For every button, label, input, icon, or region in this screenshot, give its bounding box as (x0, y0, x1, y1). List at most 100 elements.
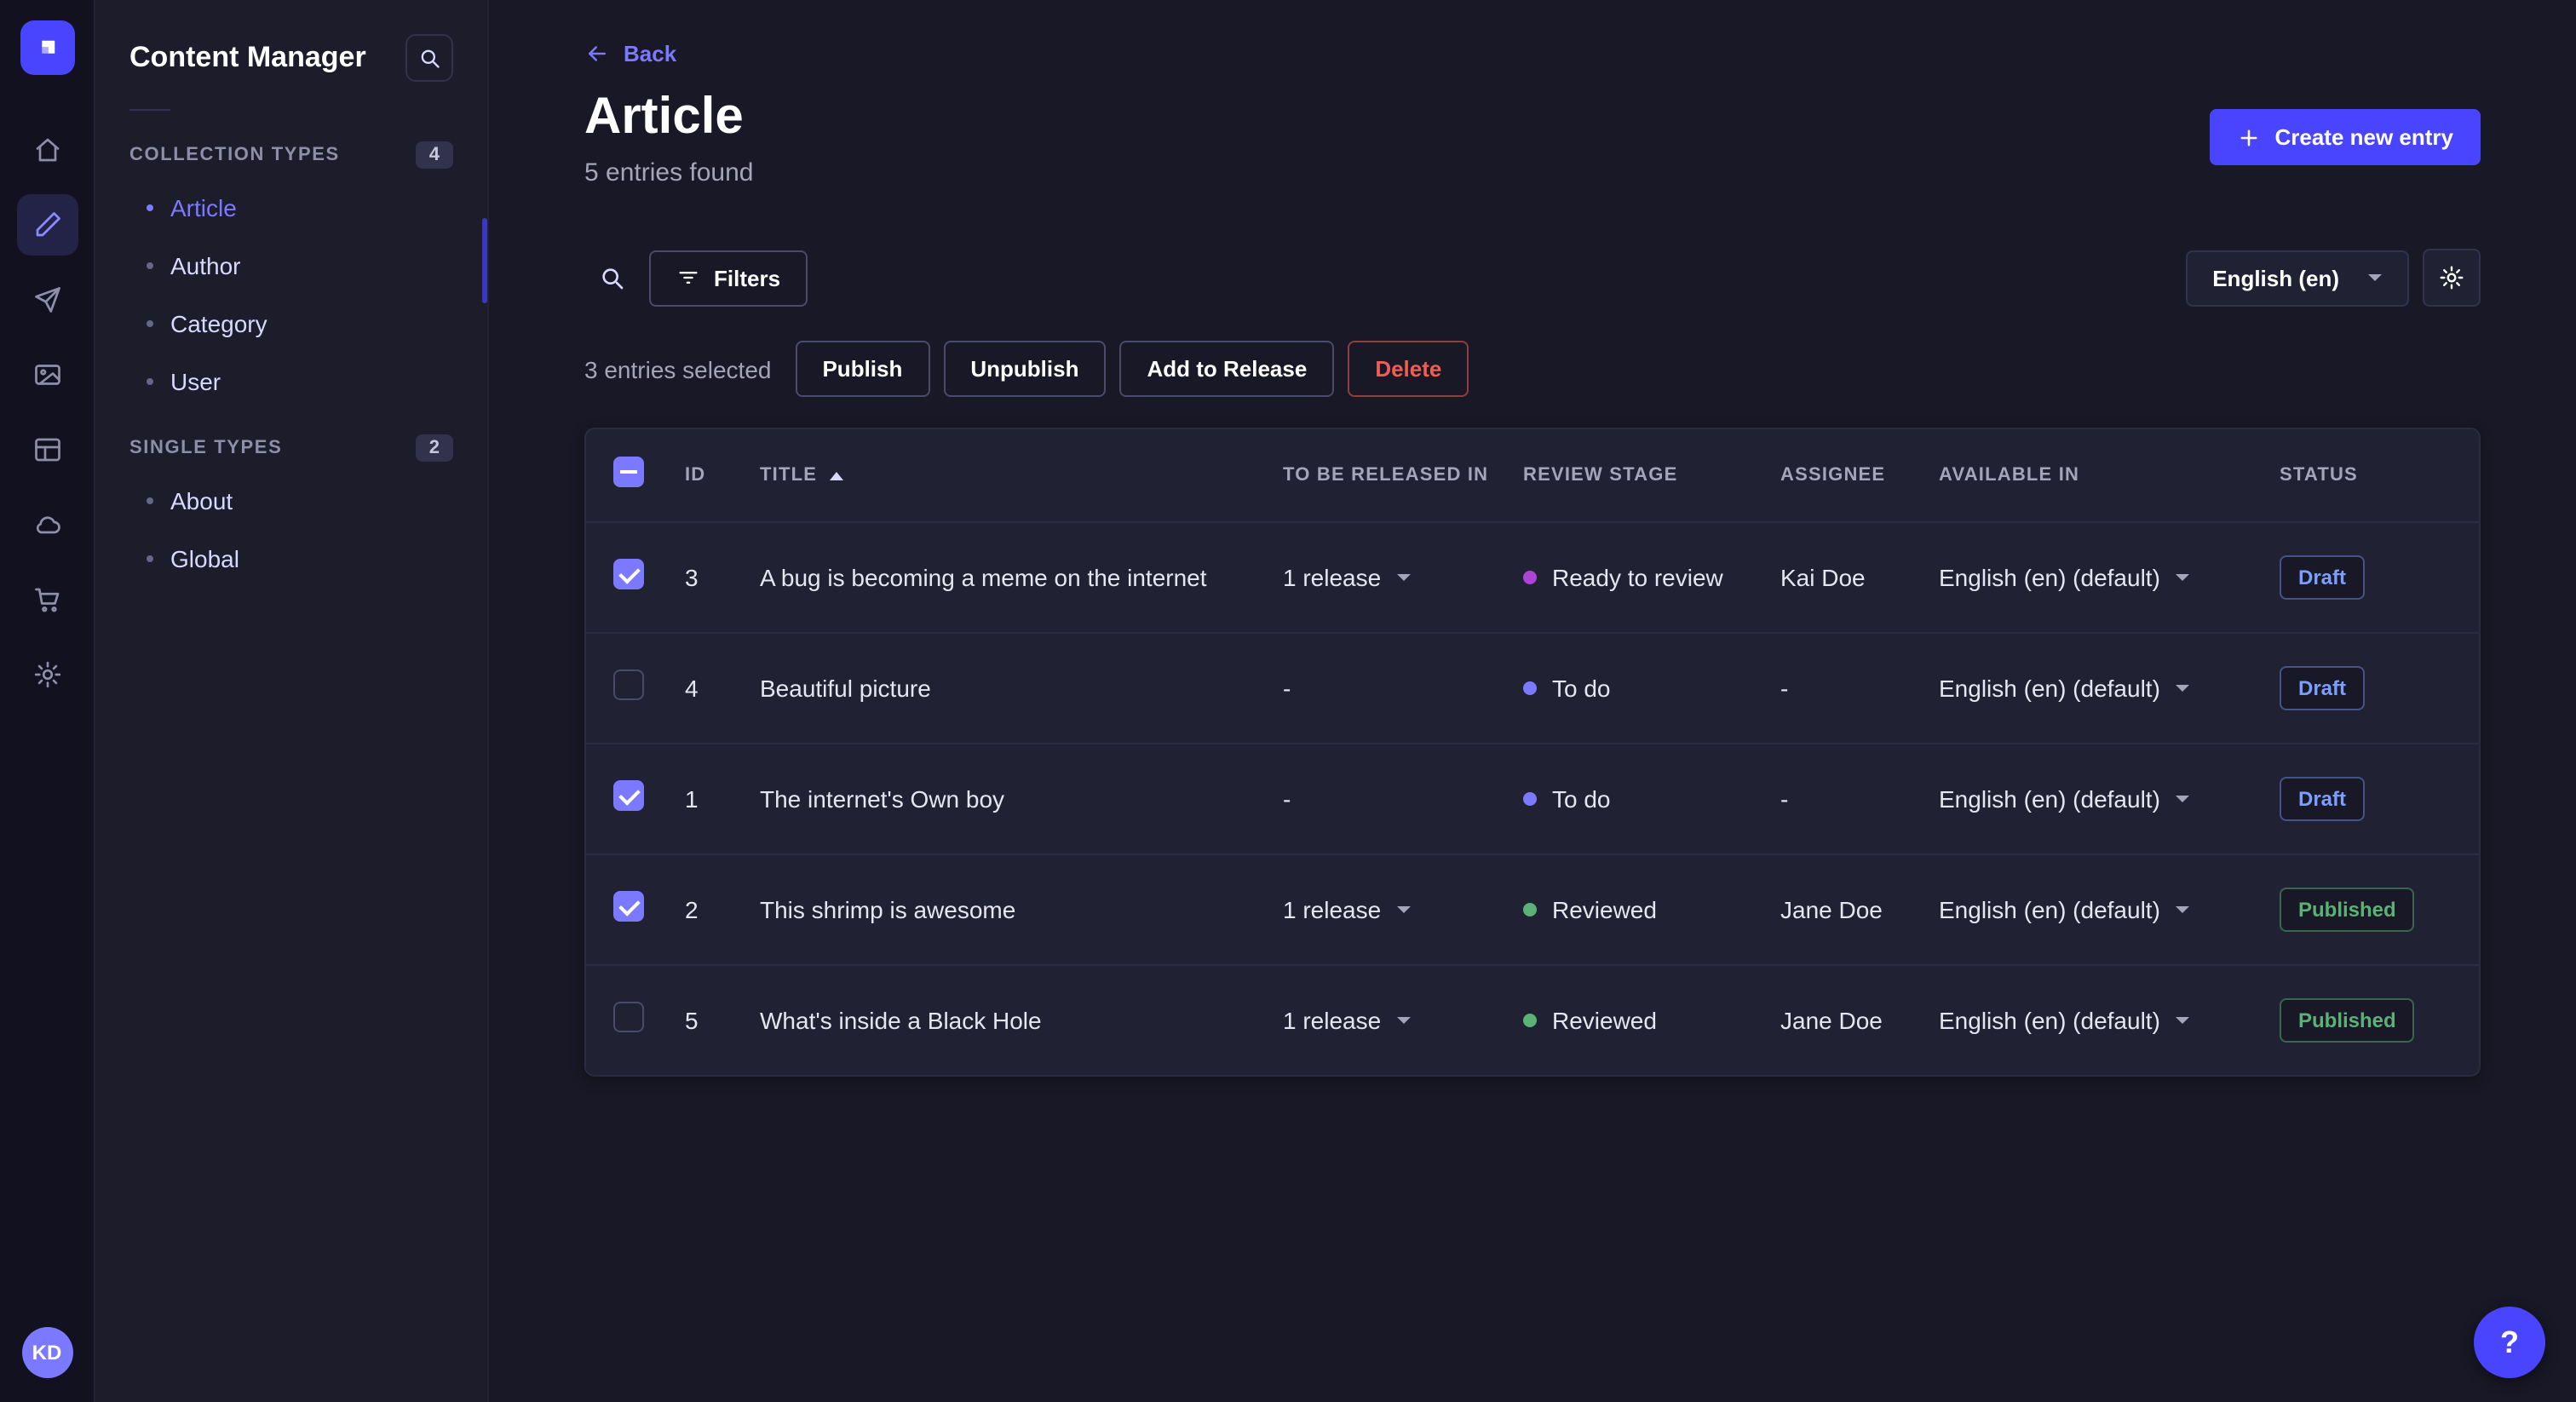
content-type-builder-nav-icon[interactable] (16, 419, 78, 480)
review-stage-dot (1523, 792, 1537, 806)
collection-types-list: Article Author Category User (95, 179, 487, 411)
row-checkbox[interactable] (613, 890, 644, 921)
unpublish-button[interactable]: Unpublish (943, 341, 1107, 397)
bullet-icon (147, 555, 153, 562)
column-header-available-in: AVAILABLE IN (1939, 465, 2080, 486)
cell-available-in[interactable]: English (en) (default) (1939, 896, 2280, 923)
main-nav-rail: KD (0, 0, 95, 1402)
search-button[interactable] (584, 250, 639, 305)
settings-nav-icon[interactable] (16, 644, 78, 705)
user-avatar[interactable]: KD (21, 1327, 72, 1378)
status-badge: Draft (2280, 777, 2366, 821)
cell-release[interactable]: - (1283, 675, 1523, 702)
bullet-icon (147, 204, 153, 211)
row-checkbox[interactable] (613, 779, 644, 810)
cell-title: The internet's Own boy (760, 785, 1005, 813)
cell-assignee: - (1780, 785, 1789, 813)
add-to-release-button[interactable]: Add to Release (1119, 341, 1335, 397)
page-header: Article 5 entries found Create new entry (584, 89, 2481, 187)
strapi-logo[interactable] (20, 20, 74, 75)
marketplace-nav-icon[interactable] (16, 569, 78, 630)
cell-release[interactable]: 1 release (1283, 564, 1523, 591)
gear-icon (2440, 266, 2464, 290)
entries-count: 5 entries found (584, 158, 754, 187)
sidebar-item-article[interactable]: Article (95, 179, 487, 237)
publish-button[interactable]: Publish (795, 341, 930, 397)
cell-release[interactable]: 1 release (1283, 896, 1523, 923)
table-row[interactable]: 4 Beautiful picture - To do - English (e… (586, 632, 2479, 743)
status-badge: Published (2280, 888, 2415, 932)
chevron-down-icon (2175, 1017, 2189, 1024)
sidebar-item-about[interactable]: About (95, 472, 487, 530)
filters-label: Filters (714, 265, 781, 290)
status-badge: Published (2280, 998, 2415, 1043)
cell-id: 5 (685, 1007, 699, 1034)
chevron-down-icon (1396, 574, 1411, 581)
sort-ascending-icon[interactable] (829, 471, 843, 480)
row-checkbox[interactable] (613, 558, 644, 589)
chevron-down-icon (1396, 1017, 1411, 1024)
row-checkbox[interactable] (613, 1001, 644, 1031)
row-checkbox[interactable] (613, 669, 644, 699)
help-button[interactable]: ? (2474, 1307, 2545, 1378)
media-library-nav-icon[interactable] (16, 344, 78, 405)
cell-status: Published (2280, 998, 2452, 1043)
home-nav-icon[interactable] (16, 119, 78, 181)
cell-available-in[interactable]: English (en) (default) (1939, 564, 2280, 591)
plus-icon (2241, 129, 2257, 146)
back-link[interactable]: Back (584, 41, 676, 66)
content-manager-nav-icon[interactable] (16, 194, 78, 256)
cloud-nav-icon[interactable] (16, 494, 78, 555)
single-types-list: About Global (95, 472, 487, 588)
cell-title: Beautiful picture (760, 675, 931, 702)
cell-assignee: Kai Doe (1780, 564, 1866, 591)
cell-title: What's inside a Black Hole (760, 1007, 1042, 1034)
cell-available-in[interactable]: English (en) (default) (1939, 785, 2280, 813)
table-header-row: ID TITLE TO BE RELEASED IN REVIEW STAGE … (586, 429, 2479, 521)
cell-id: 3 (685, 564, 699, 591)
locale-select[interactable]: English (en) (2185, 250, 2409, 306)
sidebar-item-category[interactable]: Category (95, 295, 487, 353)
create-new-entry-button[interactable]: Create new entry (2210, 109, 2481, 165)
table-row[interactable]: 2 This shrimp is awesome 1 release Revie… (586, 853, 2479, 964)
search-icon (602, 268, 624, 290)
sidebar-item-author[interactable]: Author (95, 237, 487, 295)
single-types-count-badge: 2 (415, 434, 453, 462)
sidebar-item-label: Author (170, 252, 241, 279)
cell-assignee: Jane Doe (1780, 896, 1883, 923)
delete-button[interactable]: Delete (1348, 341, 1469, 397)
table-row[interactable]: 5 What's inside a Black Hole 1 release R… (586, 964, 2479, 1075)
cell-review-stage: To do (1523, 785, 1780, 813)
sidebar-title: Content Manager (129, 41, 366, 73)
releases-nav-icon[interactable] (16, 269, 78, 330)
select-all-checkbox[interactable] (613, 456, 644, 486)
cell-available-in[interactable]: English (en) (default) (1939, 1007, 2280, 1034)
table-row[interactable]: 3 A bug is becoming a meme on the intern… (586, 521, 2479, 632)
table-row[interactable]: 1 The internet's Own boy - To do - Engli… (586, 743, 2479, 853)
sidebar-item-global[interactable]: Global (95, 530, 487, 588)
chevron-down-icon (2175, 574, 2189, 581)
filters-button[interactable]: Filters (649, 250, 808, 306)
cell-title: A bug is becoming a meme on the internet (760, 564, 1207, 591)
cell-release[interactable]: 1 release (1283, 1007, 1523, 1034)
sidebar-item-label: User (170, 368, 221, 395)
back-arrow-icon (589, 46, 606, 61)
collection-types-header: COLLECTION TYPES 4 (95, 141, 487, 169)
entries-table: ID TITLE TO BE RELEASED IN REVIEW STAGE … (584, 428, 2481, 1077)
chevron-down-icon (2368, 274, 2382, 281)
column-header-status: STATUS (2280, 465, 2358, 486)
sidebar-scrollbar-thumb[interactable] (482, 218, 487, 303)
cell-release[interactable]: - (1283, 785, 1523, 813)
sidebar-item-user[interactable]: User (95, 353, 487, 411)
status-badge: Draft (2280, 666, 2366, 710)
page-header-text: Article 5 entries found (584, 89, 754, 187)
cell-id: 4 (685, 675, 699, 702)
view-settings-button[interactable] (2423, 249, 2481, 307)
sidebar-item-label: Category (170, 310, 267, 337)
column-header-title: TITLE (760, 465, 1283, 486)
main-content: Back Article 5 entries found Create new … (489, 0, 2576, 1402)
content-manager-sidebar: Content Manager COLLECTION TYPES 4 Artic… (95, 0, 489, 1402)
cell-available-in[interactable]: English (en) (default) (1939, 675, 2280, 702)
rail-icons (16, 112, 78, 712)
sidebar-search-button[interactable] (405, 34, 453, 82)
